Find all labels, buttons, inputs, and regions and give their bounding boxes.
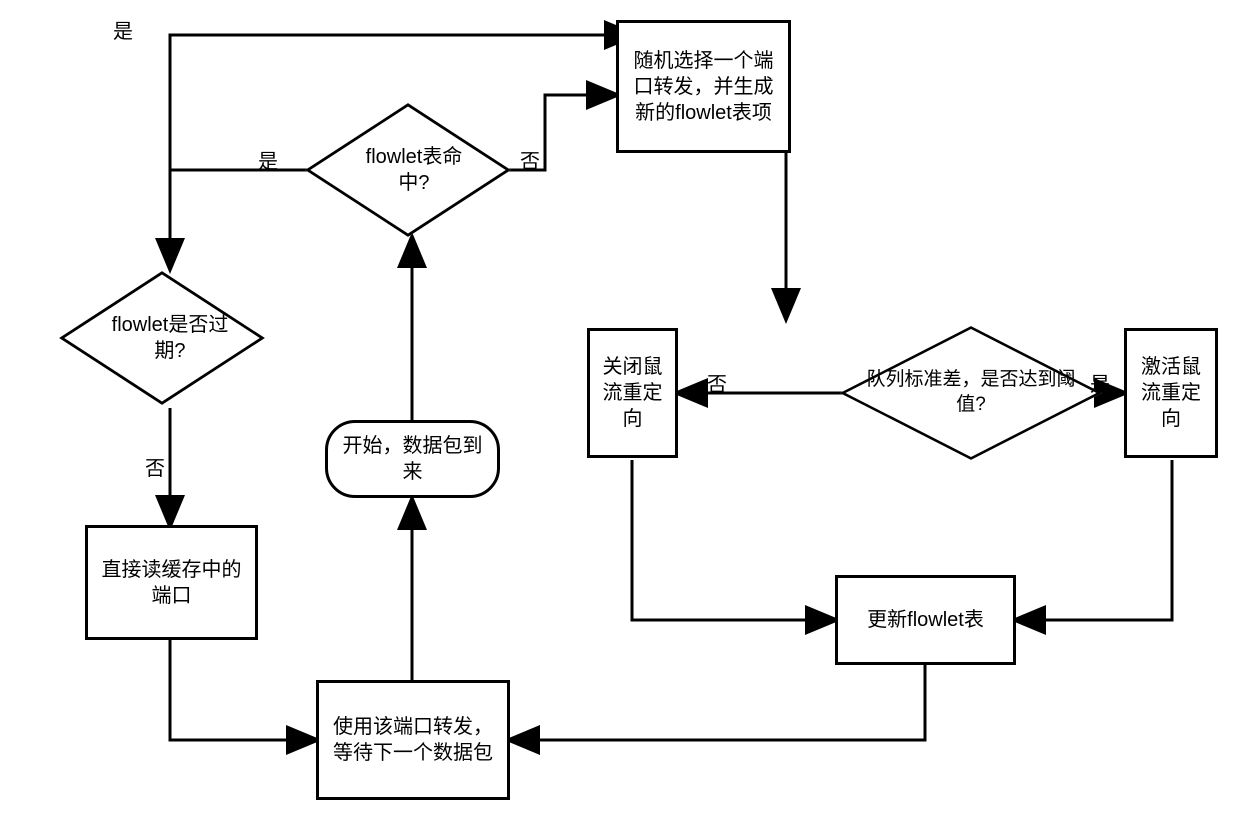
close-redirect-text: 关闭鼠流重定向: [598, 354, 667, 432]
no-label-2: 否: [145, 452, 165, 481]
flowlet-hit-text: flowlet表命 中?: [366, 144, 463, 196]
queue-std-text: 队列标准差，是否达到阈值?: [862, 368, 1080, 417]
close-redirect-node: 关闭鼠流重定向: [587, 328, 678, 458]
no-label-1: 否: [520, 145, 540, 174]
update-table-node: 更新flowlet表: [835, 575, 1016, 665]
use-port-text: 使用该端口转发，等待下一个数据包: [327, 714, 499, 766]
no-label-3: 否: [707, 368, 727, 397]
flowlet-expired-text: flowlet是否过 期?: [112, 312, 229, 364]
activate-redirect-text: 激活鼠流重定向: [1135, 354, 1207, 432]
yes-label-3: 是: [1090, 368, 1110, 397]
activate-redirect-node: 激活鼠流重定向: [1124, 328, 1218, 458]
random-port-node: 随机选择一个端口转发，并生成新的flowlet表项: [616, 20, 791, 153]
use-port-node: 使用该端口转发，等待下一个数据包: [316, 680, 510, 800]
flowlet-hit-decision: flowlet表命 中?: [338, 100, 490, 240]
update-table-text: 更新flowlet表: [867, 607, 984, 633]
start-node: 开始，数据包到来: [325, 420, 500, 498]
yes-label-1: 是: [113, 15, 133, 44]
read-cache-node: 直接读缓存中的端口: [85, 525, 258, 640]
start-label: 开始，数据包到来: [336, 433, 489, 485]
read-cache-text: 直接读缓存中的端口: [96, 557, 247, 609]
yes-label-2: 是: [258, 145, 278, 174]
queue-std-decision: 队列标准差，是否达到阈值?: [862, 318, 1080, 468]
random-port-text: 随机选择一个端口转发，并生成新的flowlet表项: [627, 48, 780, 126]
flowlet-expired-decision: flowlet是否过 期?: [92, 268, 248, 408]
